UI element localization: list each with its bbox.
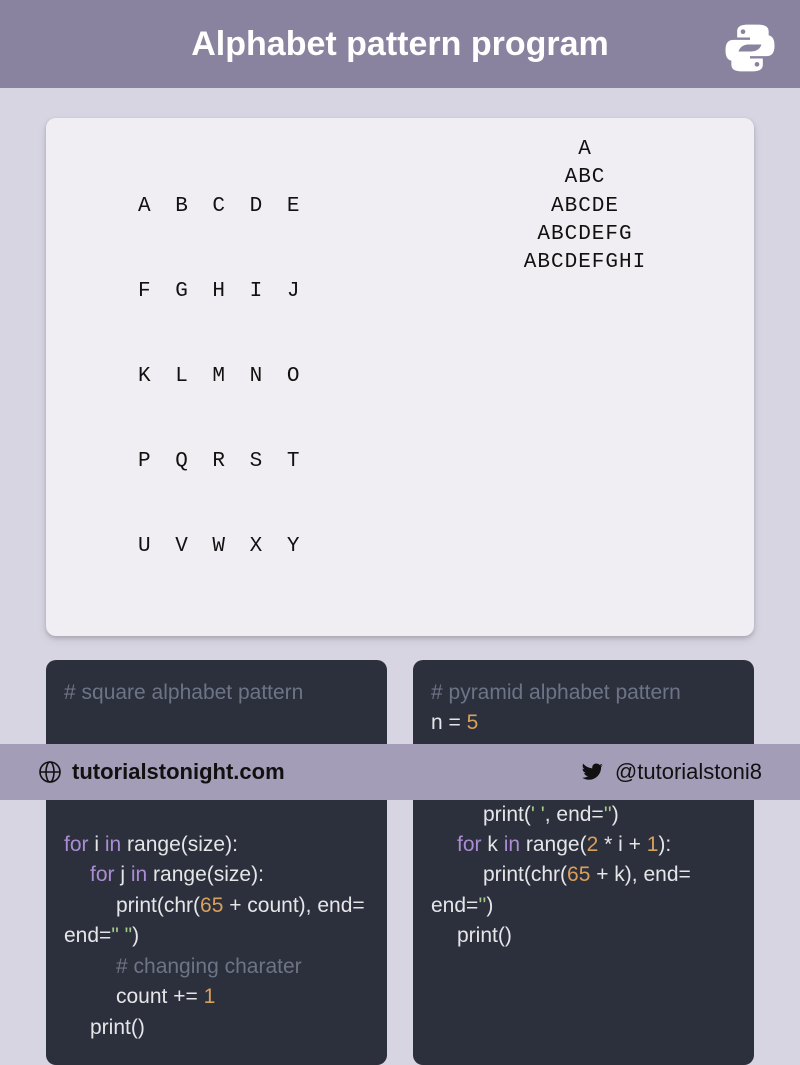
output-line: ABC	[436, 164, 734, 192]
output-line: K L M N O	[138, 363, 436, 391]
globe-icon	[38, 760, 62, 784]
footer-site: tutorialstonight.com	[38, 759, 285, 785]
output-line: ABCDE	[436, 193, 734, 221]
output-line: F G H I J	[138, 278, 436, 306]
page-footer: tutorialstonight.com @tutorialstoni8	[0, 744, 800, 800]
python-icon	[722, 20, 778, 76]
code-line: count += 1	[64, 982, 369, 1012]
output-line: P Q R S T	[138, 448, 436, 476]
code-line: end=" ")	[64, 921, 369, 951]
output-line: ABCDEFG	[436, 221, 734, 249]
output-line: A	[436, 136, 734, 164]
output-line: ABCDEFGHI	[436, 249, 734, 277]
code-pyramid: # pyramid alphabet pattern n = 5 for i i…	[413, 660, 754, 1065]
code-comment: # pyramid alphabet pattern	[431, 678, 736, 708]
code-square: # square alphabet pattern size = 5 count…	[46, 660, 387, 1065]
code-line: for j in range(size):	[64, 860, 369, 890]
square-output: A B C D E F G H I J K L M N O P Q R S T …	[66, 136, 436, 618]
code-comment: # changing charater	[64, 952, 369, 982]
page-title: Alphabet pattern program	[191, 25, 608, 64]
pyramid-output: A ABC ABCDE ABCDEFG ABCDEFGHI	[436, 136, 734, 618]
code-line: for i in range(size):	[64, 830, 369, 860]
code-row: # square alphabet pattern size = 5 count…	[46, 660, 754, 1065]
code-comment: # square alphabet pattern	[64, 678, 369, 708]
code-line: print()	[431, 921, 736, 951]
code-line: print(chr(65 + count), end=	[64, 891, 369, 921]
footer-handle: @tutorialstoni8	[579, 759, 762, 785]
code-line: print(' ', end='')	[431, 800, 736, 830]
handle-label: @tutorialstoni8	[615, 759, 762, 785]
site-label: tutorialstonight.com	[72, 759, 285, 785]
output-line: U V W X Y	[138, 533, 436, 561]
code-line: print()	[64, 1013, 369, 1043]
code-line: for k in range(2 * i + 1):	[431, 830, 736, 860]
output-line: A B C D E	[138, 193, 436, 221]
twitter-icon	[579, 759, 605, 785]
code-line: n = 5	[431, 708, 736, 738]
output-panel: A B C D E F G H I J K L M N O P Q R S T …	[46, 118, 754, 636]
page-header: Alphabet pattern program	[0, 0, 800, 88]
code-line: print(chr(65 + k), end=	[431, 860, 736, 890]
code-line: end='')	[431, 891, 736, 921]
